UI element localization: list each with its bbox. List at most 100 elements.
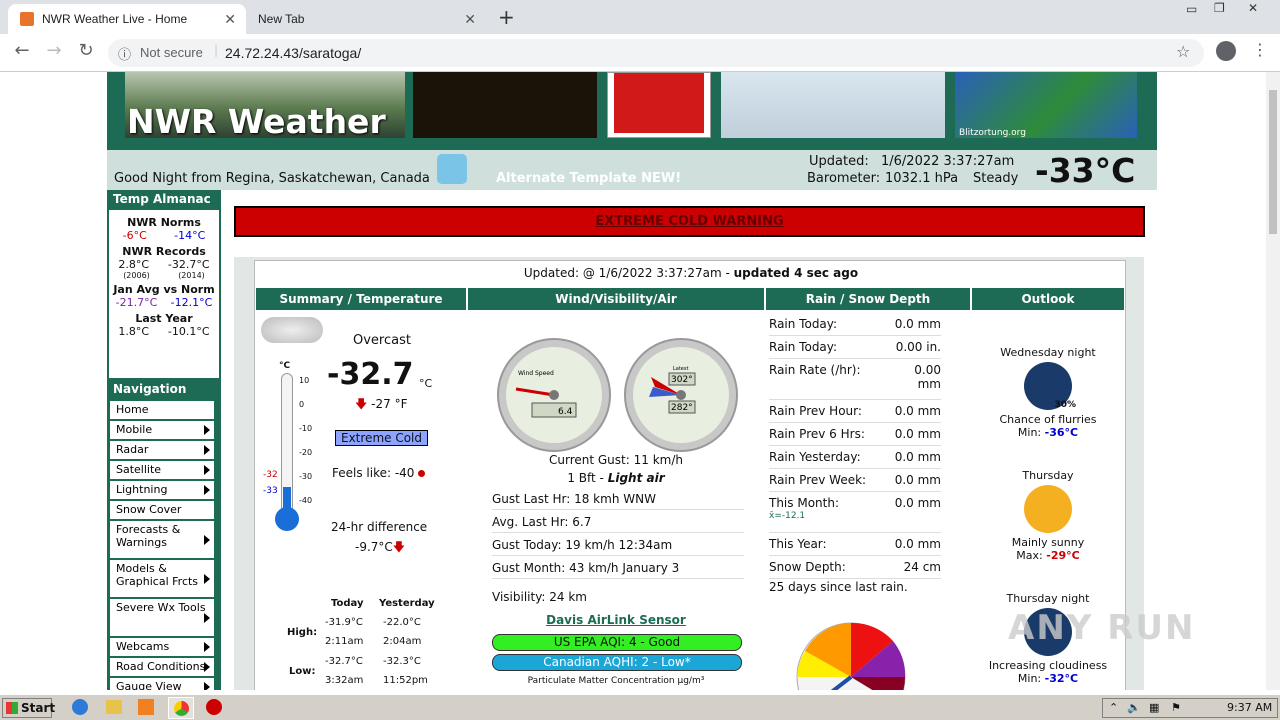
nav-item[interactable]: Snow Cover <box>110 501 214 519</box>
night-cam-image[interactable] <box>413 72 597 138</box>
page-scrollbar[interactable] <box>1266 72 1280 690</box>
outlook-temp-label: Min: <box>1017 426 1045 439</box>
nav-item[interactable]: Gauge View <box>110 678 214 690</box>
thermo-tick: 10 <box>299 376 310 385</box>
record-high: 2.8°C <box>118 258 150 271</box>
close-tab-icon[interactable]: ✕ <box>464 11 476 28</box>
start-button[interactable]: Start <box>2 698 56 718</box>
nav-item[interactable]: Lightning <box>110 481 214 499</box>
jan-norm: -12.1°C <box>170 296 213 309</box>
warning-map-image[interactable] <box>607 72 711 138</box>
minimize-icon[interactable]: ▭ <box>1186 2 1197 16</box>
rain-stat-value: 0.0 mm <box>894 404 941 418</box>
web-page: NWR Weather Blitzortung.org Good Night f… <box>0 72 1266 690</box>
scrollbar-thumb[interactable] <box>1269 90 1277 234</box>
tab-nwr-weather[interactable]: NWR Weather Live - Home ✕ <box>8 4 246 34</box>
wind-direction-gauge[interactable]: Latest 302° 282° <box>623 337 739 453</box>
close-window-icon[interactable]: ✕ <box>1248 1 1258 15</box>
address-bar[interactable]: ⓘ Not secure | 24.72.24.43/saratoga/ ☆ <box>108 39 1204 67</box>
nav-item-label: Satellite <box>116 463 162 476</box>
outlook-temp-line: Min: -32°C <box>972 672 1124 685</box>
submenu-arrow-icon <box>204 612 210 623</box>
flag-icon[interactable]: ⚑ <box>1171 699 1181 717</box>
temp-f-text: -27 °F <box>371 397 408 411</box>
aqi-dial-gauge <box>796 622 906 690</box>
browser-toolbar: ← → ↻ ⓘ Not secure | 24.72.24.43/saratog… <box>0 34 1280 72</box>
col-rain: Rain / Snow Depth <box>766 288 970 310</box>
volume-icon[interactable]: 🔈 <box>1127 699 1141 717</box>
since-rain: 25 days since last rain. <box>769 580 908 594</box>
network-icon[interactable]: ▦ <box>1149 699 1159 717</box>
nav-item[interactable]: Severe Wx Tools <box>110 599 214 636</box>
alternate-template-link[interactable]: Alternate Template NEW! <box>496 171 681 186</box>
forecast-icon: 30% <box>1024 362 1076 410</box>
diff-value: -9.7°C <box>355 540 393 554</box>
start-label: Start <box>21 701 56 715</box>
rain-stat-value: 0.0 mm <box>894 473 941 487</box>
new-tab-button[interactable]: + <box>498 5 515 29</box>
rain-stat-label: Rain Today: <box>769 340 838 354</box>
forecast-icon <box>1024 485 1072 533</box>
wind-speed-value: 6.4 <box>558 407 573 417</box>
wind-speed-title: Wind Speed <box>518 370 554 377</box>
updated-line: Updated: @ 1/6/2022 3:37:27am - updated … <box>255 266 1127 280</box>
thermo-tick: -40 <box>299 496 313 505</box>
back-icon[interactable]: ← <box>10 40 34 61</box>
submenu-arrow-icon <box>204 573 210 584</box>
wind-speed-gauge[interactable]: Wind Speed 6.4 <box>496 337 612 453</box>
nav-item[interactable]: Models & Graphical Frcts <box>110 560 214 597</box>
rain-stat-row: Snow Depth: 24 cm <box>769 557 941 579</box>
precip-chance: 30% <box>1054 400 1076 410</box>
wind-dir-value2: 282° <box>671 403 693 413</box>
nav-item[interactable]: Radar <box>110 441 214 459</box>
nav-item[interactable]: Mobile <box>110 421 214 439</box>
close-tab-icon[interactable]: ✕ <box>224 11 236 28</box>
tab-new-tab[interactable]: New Tab ✕ <box>246 4 486 34</box>
almanac-heading: Temp Almanac <box>113 192 211 206</box>
url-text[interactable]: 24.72.24.43/saratoga/ <box>225 45 361 61</box>
nav-item[interactable]: Satellite <box>110 461 214 479</box>
nav-item-label: Webcams <box>116 640 170 653</box>
media-player-icon[interactable] <box>138 699 154 715</box>
nav-item[interactable]: Road Conditions <box>110 658 214 676</box>
stop-app-icon[interactable] <box>206 699 222 715</box>
updated-label: Updated: <box>809 154 869 169</box>
radar-map-image[interactable] <box>721 72 945 138</box>
tray-arrow-icon[interactable]: ⌃ <box>1109 699 1118 717</box>
thermometer-bulb <box>275 507 299 531</box>
rain-stat-row: Rain Today: 0.0 mm <box>769 314 941 336</box>
norms-title: NWR Norms <box>127 216 201 229</box>
month-avg: x̄=-12.1 <box>769 511 806 521</box>
restore-icon[interactable]: ❐ <box>1214 1 1225 15</box>
norm-high: -6°C <box>122 229 147 242</box>
chrome-taskbar-button[interactable] <box>168 697 194 719</box>
record-low: -32.7°C <box>167 258 210 271</box>
outlook-temp: -29°C <box>1046 549 1080 562</box>
twitter-icon[interactable] <box>437 154 467 184</box>
greeting-text: Good Night from Regina, Saskatchewan, Ca… <box>114 171 430 186</box>
nav-item[interactable]: Home <box>110 401 214 419</box>
extreme-cold-warning[interactable]: EXTREME COLD WARNING <box>234 206 1145 237</box>
nav-item[interactable]: Webcams <box>110 638 214 656</box>
rain-stat-label: This Year: <box>769 537 827 551</box>
nav-item[interactable]: Forecasts & Warnings <box>110 521 214 558</box>
outlook-summary: Chance of flurries <box>999 413 1097 426</box>
lastyear-low: -10.1°C <box>167 325 210 338</box>
ie-icon[interactable] <box>72 699 88 715</box>
info-icon[interactable]: ⓘ <box>118 44 131 63</box>
menu-dots-icon[interactable]: ⋮ <box>1252 40 1268 59</box>
high-label: High: <box>287 627 318 638</box>
records-title: NWR Records <box>122 245 206 258</box>
record-low-year: (2014) <box>178 271 205 280</box>
overcast-cloud-icon <box>261 317 323 343</box>
lightning-map-image[interactable]: Blitzortung.org <box>955 72 1137 138</box>
wind-dir-value1: 302° <box>671 375 693 385</box>
forward-icon[interactable]: → <box>42 40 66 61</box>
folder-icon[interactable] <box>106 700 122 714</box>
reload-icon[interactable]: ↻ <box>74 40 98 61</box>
bookmark-star-icon[interactable]: ☆ <box>1176 42 1190 61</box>
lastyear-title: Last Year <box>135 312 193 325</box>
nav-item-label: Forecasts & Warnings <box>116 523 181 549</box>
profile-icon[interactable] <box>1216 41 1236 61</box>
airlink-link[interactable]: Davis AirLink Sensor <box>468 613 764 627</box>
